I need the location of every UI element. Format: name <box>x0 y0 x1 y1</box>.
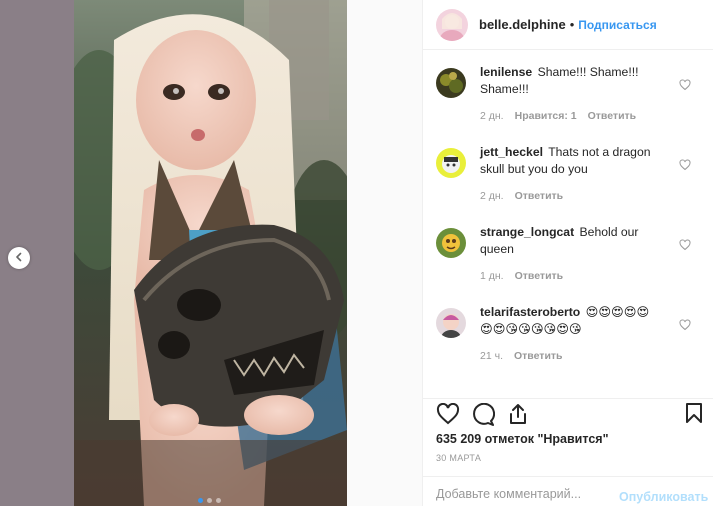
author-avatar[interactable] <box>436 8 468 41</box>
comment-reply-button[interactable]: Ответить <box>515 268 564 285</box>
carousel-dot <box>216 498 221 503</box>
comment-body: strange_longcat Behold our queen 1 дн. О… <box>480 224 660 304</box>
heart-icon[interactable] <box>436 402 460 430</box>
comment-body: lenilense Shame!!! Shame!!! Shame!!! 2 д… <box>480 64 660 144</box>
comment-meta: 1 дн. Ответить <box>480 268 660 285</box>
comment-body: telarifasteroberto 😍😍😍😍😍😍😍😘😘😘😘😍😘 21 ч. О… <box>480 304 660 384</box>
photo-image <box>74 0 347 506</box>
post-date[interactable]: 30 МАРТА <box>436 453 481 463</box>
comments-list: lenilense Shame!!! Shame!!! Shame!!! 2 д… <box>423 64 713 384</box>
comment-username[interactable]: lenilense <box>480 65 532 79</box>
post-side-panel: belle.delphine • Подписаться lenilense S… <box>422 0 713 506</box>
comment-avatar[interactable] <box>436 308 466 338</box>
comment-icon[interactable] <box>471 402 496 432</box>
comment-username[interactable]: strange_longcat <box>480 225 574 239</box>
carousel-dot <box>207 498 212 503</box>
comment-like-heart-icon[interactable] <box>679 318 691 336</box>
comment-likes-count[interactable]: Нравится: 1 <box>515 108 577 125</box>
post-actions-bar <box>423 398 713 426</box>
comment-username[interactable]: telarifasteroberto <box>480 305 580 319</box>
comment-meta: 2 дн. Ответить <box>480 188 660 205</box>
comment-like-heart-icon[interactable] <box>679 238 691 256</box>
comment-body: jett_heckel Thats not a dragon skull but… <box>480 144 660 224</box>
comment-time[interactable]: 21 ч. <box>480 348 503 365</box>
comment-reply-button[interactable]: Ответить <box>515 188 564 205</box>
post-header: belle.delphine • Подписаться <box>423 0 713 50</box>
comment-like-heart-icon[interactable] <box>679 158 691 176</box>
share-icon[interactable] <box>507 402 529 431</box>
comment-time[interactable]: 2 дн. <box>480 188 504 205</box>
comment-item: strange_longcat Behold our queen 1 дн. О… <box>423 224 713 304</box>
separator-dot: • <box>569 17 575 32</box>
follow-button[interactable]: Подписаться <box>578 18 656 32</box>
bookmark-icon[interactable] <box>685 402 703 429</box>
comment-avatar[interactable] <box>436 228 466 258</box>
comment-meta: 2 дн. Нравится: 1 Ответить <box>480 108 660 125</box>
post-photo[interactable] <box>74 0 347 506</box>
carousel-indicator <box>198 498 221 503</box>
previous-photo-button[interactable] <box>8 247 30 269</box>
comment-item: lenilense Shame!!! Shame!!! Shame!!! 2 д… <box>423 64 713 144</box>
carousel-dot-active <box>198 498 203 503</box>
comment-like-heart-icon[interactable] <box>679 78 691 96</box>
comment-item: telarifasteroberto 😍😍😍😍😍😍😍😘😘😘😘😍😘 21 ч. О… <box>423 304 713 384</box>
author-username[interactable]: belle.delphine <box>479 17 566 32</box>
comment-avatar[interactable] <box>436 148 466 178</box>
comment-username[interactable]: jett_heckel <box>480 145 543 159</box>
comment-time[interactable]: 2 дн. <box>480 108 504 125</box>
add-comment-form: Опубликовать <box>423 476 713 506</box>
chevron-left-icon <box>14 249 24 267</box>
comment-meta: 21 ч. Ответить <box>480 348 660 365</box>
comment-time[interactable]: 1 дн. <box>480 268 504 285</box>
comment-avatar[interactable] <box>436 68 466 98</box>
publish-button[interactable]: Опубликовать <box>619 490 708 504</box>
comment-input[interactable] <box>436 487 616 501</box>
comment-item: jett_heckel Thats not a dragon skull but… <box>423 144 713 224</box>
comment-reply-button[interactable]: Ответить <box>588 108 637 125</box>
comment-reply-button[interactable]: Ответить <box>514 348 563 365</box>
likes-count[interactable]: 635 209 отметок "Нравится" <box>436 432 609 446</box>
